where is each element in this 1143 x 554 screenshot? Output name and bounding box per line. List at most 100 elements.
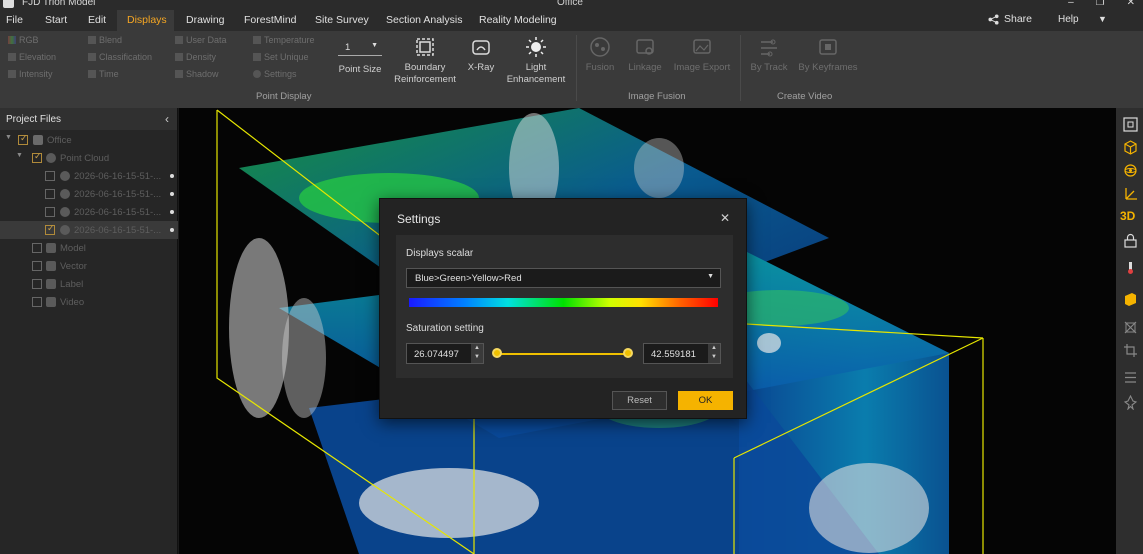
ok-button[interactable]: OK <box>678 391 733 410</box>
min-value-stepper[interactable]: ▲ ▼ <box>471 344 483 363</box>
image-export-button[interactable]: Image Export <box>672 36 732 74</box>
slider-max-handle[interactable] <box>623 348 633 358</box>
reset-button[interactable]: Reset <box>612 391 667 410</box>
tree-checkbox[interactable] <box>45 171 55 181</box>
menu-start[interactable]: Start <box>45 14 67 26</box>
tree-checkbox[interactable] <box>18 133 28 145</box>
classification-button[interactable]: Classification <box>88 52 152 62</box>
chevron-down-icon[interactable]: ▼ <box>1098 14 1107 24</box>
elevation-button[interactable]: Elevation <box>8 52 56 62</box>
tree-checkbox[interactable] <box>32 297 42 307</box>
tree-item-scan[interactable]: 2026-06-16-15-51-... <box>0 167 178 185</box>
title-bar: FJD Trion Model Office – ❐ ✕ <box>0 0 1143 10</box>
density-label: Density <box>186 52 217 62</box>
list-icon[interactable] <box>1123 370 1138 385</box>
tree-item-scan[interactable]: 2026-06-16-15-51-... <box>0 185 178 203</box>
close-icon[interactable]: ✕ <box>720 211 730 225</box>
user-data-button[interactable]: User Data <box>175 35 227 45</box>
expand-arrow-icon[interactable]: ▼ <box>16 152 23 159</box>
down-arrow-icon[interactable]: ▼ <box>711 354 717 360</box>
pin-icon[interactable] <box>1123 395 1138 410</box>
sun-icon <box>526 37 546 57</box>
share-button[interactable]: Share <box>988 13 1032 25</box>
menu-edit[interactable]: Edit <box>88 14 106 26</box>
tree-item-video[interactable]: Video <box>0 293 178 311</box>
linkage-button[interactable]: Linkage <box>625 36 665 74</box>
down-arrow-icon[interactable]: ▼ <box>474 354 480 360</box>
thermometer-icon[interactable] <box>1123 260 1138 275</box>
tree-item-model[interactable]: Model <box>0 239 178 257</box>
3d-toggle-icon[interactable]: 3D <box>1120 209 1140 224</box>
fusion-button[interactable]: Fusion <box>584 36 616 74</box>
maximize-button[interactable]: ❐ <box>1096 0 1105 8</box>
tree-checkbox[interactable] <box>45 223 55 235</box>
tree-item-scan-selected[interactable]: 2026-06-16-15-51-... <box>0 221 178 239</box>
intensity-button[interactable]: Intensity <box>8 69 53 79</box>
tree-item-scan[interactable]: 2026-06-16-15-51-... <box>0 203 178 221</box>
max-value-input[interactable]: 42.559181 ▲ ▼ <box>643 343 721 364</box>
shadow-icon <box>175 70 183 78</box>
minimize-button[interactable]: – <box>1068 0 1074 8</box>
point-size-select[interactable]: 1 ▼ <box>338 40 382 56</box>
time-button[interactable]: Time <box>88 69 119 79</box>
help-menu[interactable]: Help <box>1058 14 1079 25</box>
cube-view-icon[interactable] <box>1123 140 1138 155</box>
tree-checkbox[interactable] <box>45 207 55 217</box>
elevation-label: Elevation <box>19 52 57 62</box>
clip-icon[interactable] <box>1123 320 1138 335</box>
close-window-button[interactable]: ✕ <box>1127 0 1135 8</box>
menu-forestmind[interactable]: ForestMind <box>244 14 297 26</box>
image-fusion-group-label: Image Fusion <box>628 91 686 102</box>
up-arrow-icon[interactable]: ▲ <box>711 345 717 351</box>
saturation-slider-track[interactable] <box>497 353 628 355</box>
settings-button[interactable]: Settings <box>253 69 297 79</box>
settings-dialog: Settings ✕ Displays scalar Blue>Green>Ye… <box>379 198 747 419</box>
expand-arrow-icon[interactable]: ▼ <box>5 134 12 141</box>
blend-button[interactable]: Blend <box>88 35 122 45</box>
min-value-input[interactable]: 26.074497 ▲ ▼ <box>406 343 484 364</box>
light-enhancement-button[interactable]: Light Enhancement <box>504 36 568 86</box>
box-icon[interactable] <box>1123 292 1138 307</box>
fit-view-icon[interactable] <box>1123 117 1138 132</box>
boundary-reinforcement-button[interactable]: Boundary Reinforcement <box>392 36 458 86</box>
lock-icon[interactable] <box>1123 233 1138 248</box>
xray-button[interactable]: X-Ray <box>464 36 498 74</box>
set-unique-button[interactable]: Set Unique <box>253 52 309 62</box>
by-track-button[interactable]: By Track <box>748 36 790 74</box>
menu-displays[interactable]: Displays <box>127 14 167 26</box>
tree-item-vector[interactable]: Vector <box>0 257 178 275</box>
max-value-stepper[interactable]: ▲ ▼ <box>708 344 720 363</box>
density-button[interactable]: Density <box>175 52 216 62</box>
scan-icon <box>60 207 70 217</box>
tree-checkbox[interactable] <box>32 261 42 271</box>
ribbon-separator <box>740 35 741 101</box>
up-arrow-icon[interactable]: ▲ <box>474 345 480 351</box>
menu-reality-modeling[interactable]: Reality Modeling <box>479 14 557 26</box>
menu-section-analysis[interactable]: Section Analysis <box>386 14 462 26</box>
classification-label: Classification <box>99 52 153 62</box>
tree-checkbox[interactable] <box>32 151 42 163</box>
tree-checkbox[interactable] <box>32 243 42 253</box>
tree-item-label[interactable]: Label <box>0 275 178 293</box>
status-dot <box>170 174 174 178</box>
orbit-icon[interactable] <box>1123 163 1138 178</box>
model-icon <box>46 243 56 253</box>
collapse-icon[interactable]: ‹ <box>165 112 169 126</box>
temperature-button[interactable]: Temperature <box>253 35 315 45</box>
menu-drawing[interactable]: Drawing <box>186 14 225 26</box>
tree-item-point-cloud[interactable]: ▼ Point Cloud <box>0 149 178 167</box>
tree-label: 2026-06-16-15-51-... <box>74 189 162 200</box>
by-keyframes-button[interactable]: By Keyframes <box>798 36 858 74</box>
tree-checkbox[interactable] <box>32 279 42 289</box>
crop-icon[interactable] <box>1123 343 1138 358</box>
scan-icon <box>60 171 70 181</box>
tree-checkbox[interactable] <box>45 189 55 199</box>
menu-site-survey[interactable]: Site Survey <box>315 14 369 26</box>
tree-item-office[interactable]: ▼ Office <box>0 131 178 149</box>
menu-file[interactable]: File <box>6 14 23 26</box>
rgb-button[interactable]: RGB <box>8 35 39 45</box>
scalar-select[interactable]: Blue>Green>Yellow>Red ▼ <box>406 268 721 288</box>
shadow-button[interactable]: Shadow <box>175 69 219 79</box>
axis-icon[interactable] <box>1123 186 1138 201</box>
slider-min-handle[interactable] <box>492 348 502 358</box>
